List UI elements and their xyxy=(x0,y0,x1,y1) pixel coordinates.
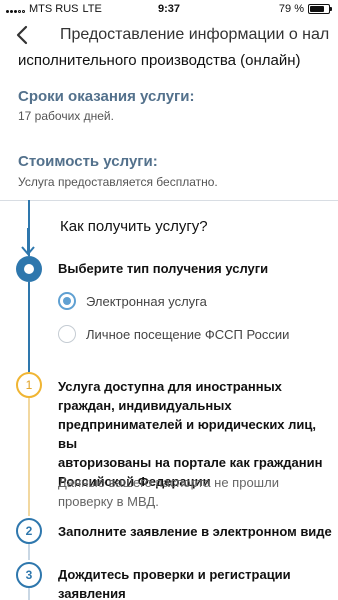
choose-type-title: Выберите тип получения услуги xyxy=(58,261,269,276)
term-value: 17 рабочих дней. xyxy=(18,109,114,123)
option-electronic[interactable]: Электронная услуга xyxy=(58,292,207,310)
battery-icon xyxy=(308,4,332,14)
cost-value: Услуга предоставляется бесплатно. xyxy=(18,175,218,189)
step-2-number: 2 xyxy=(16,518,42,544)
timeline-line-warning xyxy=(28,398,30,516)
option-personal-visit-label: Личное посещение ФССП России xyxy=(86,326,290,342)
wait-registration-title: Дождитесь проверки и регистрации заявлен… xyxy=(58,565,291,600)
battery-percent: 79 % xyxy=(278,3,304,15)
status-right: 79 % xyxy=(278,3,332,15)
active-step-icon xyxy=(16,256,42,282)
back-button[interactable] xyxy=(10,22,36,48)
how-to-get-heading: Как получить услугу? xyxy=(60,218,208,235)
timeline-line-choose xyxy=(28,282,30,372)
warning-note: Данные вашего паспорта не прошли проверк… xyxy=(58,473,279,511)
warning-title-line: предпринимателей и юридических лиц, вы xyxy=(58,417,317,451)
fill-application-title: Заполните заявление в электронном виде xyxy=(58,524,332,539)
term-heading: Сроки оказания услуги: xyxy=(18,88,195,105)
chevron-left-icon xyxy=(16,25,28,45)
timeline-line-fill xyxy=(28,544,30,560)
warning-note-line: проверку в МВД. xyxy=(58,494,159,509)
warning-note-line: Данные вашего паспорта не прошли xyxy=(58,475,279,490)
status-bar: MTS RUS LTE 9:37 79 % xyxy=(0,0,338,18)
option-electronic-label: Электронная услуга xyxy=(86,293,207,309)
option-personal-visit[interactable]: Личное посещение ФССП России xyxy=(58,325,289,343)
radio-electronic[interactable] xyxy=(58,292,76,310)
wait-title-line: заявления xyxy=(58,586,126,600)
timeline-line-wait xyxy=(28,588,30,600)
arrow-down-icon xyxy=(21,228,35,256)
section-divider xyxy=(0,200,338,201)
nav-bar: Предоставление информации о нали… xyxy=(0,20,338,50)
page-title: Предоставление информации о нали… xyxy=(60,26,330,43)
step-3-number: 3 xyxy=(16,562,42,588)
service-title-continuation: исполнительного производства (онлайн) xyxy=(18,52,301,69)
cost-heading: Стоимость услуги: xyxy=(18,153,158,170)
warning-title-line: авторизованы на портале как гражданин xyxy=(58,455,323,470)
warning-title-line: граждан, индивидуальных xyxy=(58,398,232,413)
wait-title-line: Дождитесь проверки и регистрации xyxy=(58,567,291,582)
warning-title-line: Услуга доступна для иностранных xyxy=(58,379,282,394)
radio-personal-visit[interactable] xyxy=(58,325,76,343)
step-1-warning-icon: 1 xyxy=(16,372,42,398)
